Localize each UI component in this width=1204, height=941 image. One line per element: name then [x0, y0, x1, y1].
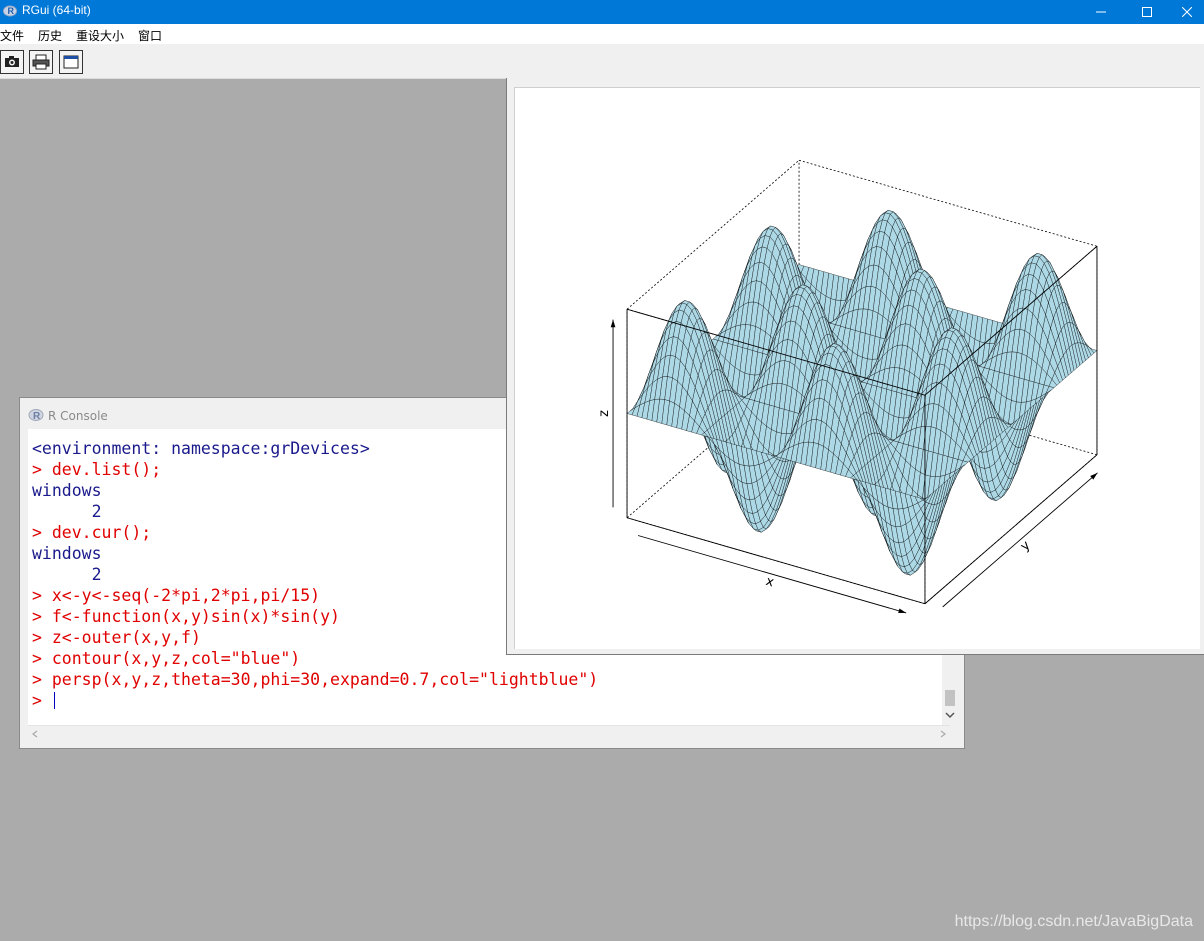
- scroll-left-icon[interactable]: [31, 730, 39, 738]
- camera-icon: [5, 56, 19, 67]
- prompt: >: [32, 691, 52, 710]
- vertical-scrollbar[interactable]: [942, 655, 958, 725]
- console-line: 2: [32, 502, 102, 521]
- menu-windows[interactable]: 窗口: [138, 27, 162, 44]
- graphics-device-window: x y z: [506, 78, 1204, 655]
- copy-as-bitmap-button[interactable]: [0, 50, 24, 74]
- console-line: > f<-function(x,y)sin(x)*sin(y): [32, 607, 340, 626]
- print-button[interactable]: [29, 50, 53, 74]
- box-edge-back: [798, 159, 1098, 247]
- console-title: R Console: [48, 409, 108, 423]
- scroll-right-icon[interactable]: [939, 730, 947, 738]
- console-line: windows: [32, 481, 102, 500]
- persp-surface-svg: x y z: [597, 159, 1098, 614]
- console-line: > contour(x,y,z,col="blue"): [32, 649, 301, 668]
- toolbar: [0, 44, 1204, 79]
- menu-history[interactable]: 历史: [38, 27, 62, 44]
- z-axis-label: z: [597, 410, 612, 417]
- minimize-icon: [1096, 11, 1106, 13]
- console-line: > x<-y<-seq(-2*pi,2*pi,pi/15): [32, 586, 321, 605]
- y-axis-label: y: [1018, 538, 1034, 555]
- svg-text:R: R: [33, 411, 41, 422]
- persp-plot: x y z: [514, 87, 1200, 649]
- maximize-button[interactable]: [1124, 0, 1170, 24]
- x-axis-label: x: [764, 574, 776, 591]
- menu-bar: 文件 历史 重设大小 窗口: [0, 24, 1204, 44]
- console-line: > dev.cur();: [32, 523, 152, 542]
- print-icon: [32, 54, 50, 70]
- r-icon: R: [28, 409, 44, 422]
- window-icon: [63, 55, 79, 69]
- console-line: > dev.list();: [32, 460, 162, 479]
- maximize-icon: [1142, 7, 1152, 17]
- r-app-icon: R: [3, 5, 17, 17]
- x-axis-arrow-head: [898, 608, 907, 614]
- console-line: > persp(x,y,z,theta=30,phi=30,expand=0.7…: [32, 670, 599, 689]
- console-line: > z<-outer(x,y,f): [32, 628, 201, 647]
- horizontal-scrollbar[interactable]: [28, 725, 950, 742]
- scroll-down-icon[interactable]: [945, 711, 955, 719]
- text-cursor: [53, 692, 55, 709]
- watermark: https://blog.csdn.net/JavaBigData: [954, 913, 1193, 930]
- scroll-thumb[interactable]: [945, 690, 955, 706]
- z-axis-arrow-head: [610, 319, 616, 328]
- close-button[interactable]: [1170, 0, 1204, 24]
- svg-text:R: R: [8, 6, 15, 16]
- menu-resize[interactable]: 重设大小: [76, 27, 124, 44]
- console-prompt-line[interactable]: >: [32, 691, 55, 712]
- close-icon: [1182, 7, 1192, 17]
- title-bar: R RGui (64-bit): [0, 0, 1204, 24]
- console-line: 2: [32, 565, 102, 584]
- box-edge-front: [626, 517, 926, 605]
- surface-mesh: [626, 210, 1098, 576]
- window-title: RGui (64-bit): [22, 3, 91, 17]
- console-line: <environment: namespace:grDevices>: [32, 439, 370, 458]
- minimize-button[interactable]: [1078, 0, 1124, 24]
- console-line: windows: [32, 544, 102, 563]
- window-button[interactable]: [59, 50, 83, 74]
- menu-file[interactable]: 文件: [0, 27, 24, 44]
